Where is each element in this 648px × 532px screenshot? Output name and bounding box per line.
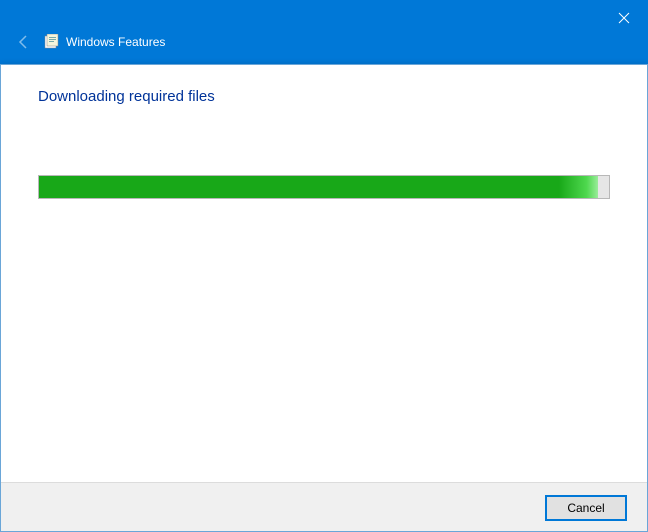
titlebar: Windows Features: [0, 0, 648, 64]
close-button[interactable]: [612, 6, 636, 30]
window-title: Windows Features: [66, 35, 165, 49]
footer: Cancel: [0, 482, 648, 532]
content-area: Downloading required files: [0, 64, 648, 199]
back-button: [12, 30, 36, 54]
page-heading: Downloading required files: [38, 88, 610, 105]
progress-bar-fill: [39, 176, 598, 198]
cancel-button[interactable]: Cancel: [546, 496, 626, 520]
progress-bar: [38, 175, 610, 199]
windows-features-icon: [44, 34, 60, 50]
